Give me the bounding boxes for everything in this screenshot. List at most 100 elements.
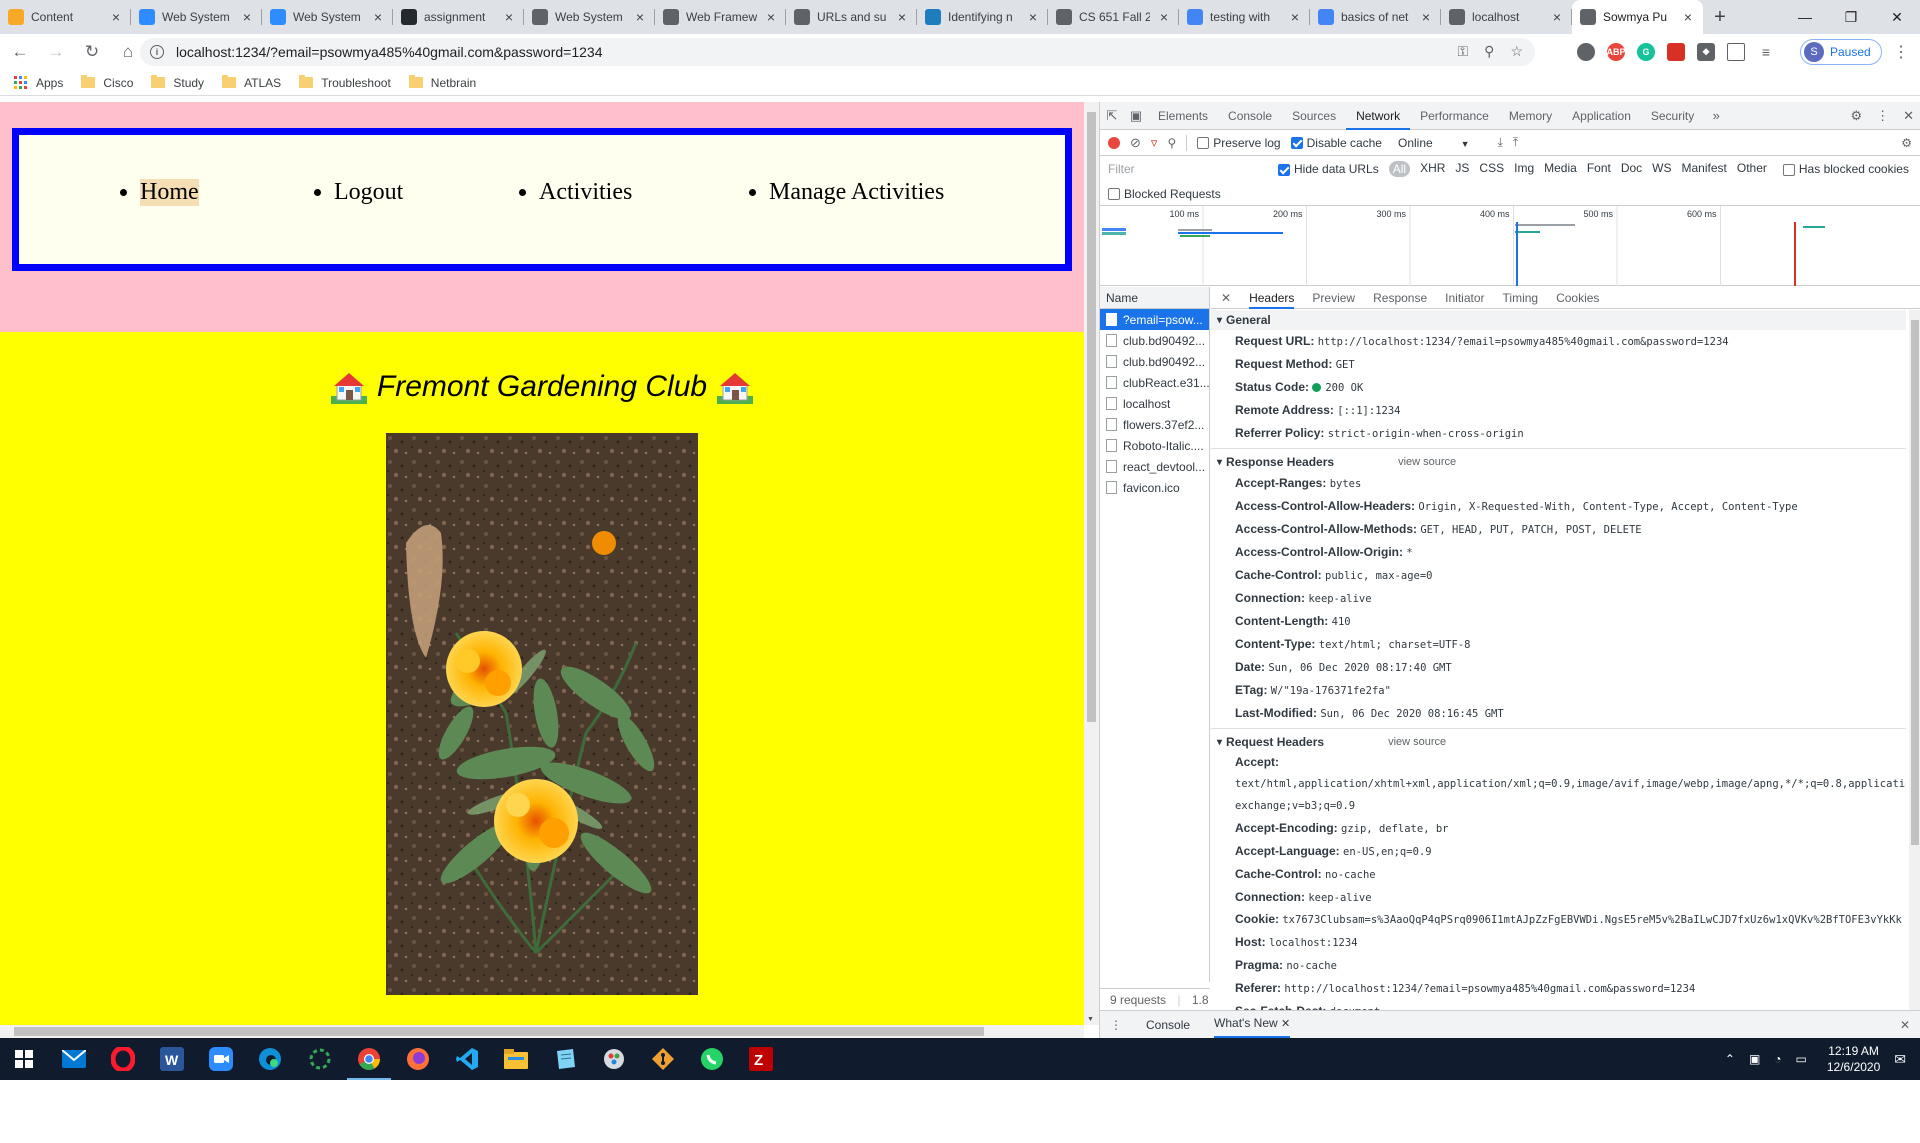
import-icon[interactable]: ⤓ [1498, 135, 1503, 150]
back-button[interactable]: ← [4, 38, 36, 66]
settings-gear-icon[interactable]: ⚙ [1850, 108, 1862, 124]
close-detail-icon[interactable]: ✕ [1221, 291, 1231, 305]
name-column-header[interactable]: Name [1100, 287, 1209, 309]
section-header[interactable]: ▾ Response Headers view source [1211, 452, 1906, 472]
nav-manage-activities[interactable]: Manage Activities [749, 179, 944, 206]
inspect-element-icon[interactable]: ⇱ [1100, 108, 1124, 124]
filter-input[interactable]: Filter [1108, 159, 1268, 179]
nav-logout-label[interactable]: Logout [334, 179, 403, 206]
meet-now-icon[interactable]: ▣ [1749, 1052, 1760, 1066]
search-icon[interactable]: ⚲ [1167, 136, 1176, 150]
key-icon[interactable]: ⚿ [1458, 43, 1469, 60]
bookmark-atlas[interactable]: ATLAS [222, 75, 281, 90]
browser-tab[interactable]: testing with × [1179, 0, 1310, 34]
reload-button[interactable]: ↻ [76, 38, 108, 66]
battery-icon[interactable]: ▭ [1796, 1052, 1807, 1066]
detail-tab-timing[interactable]: Timing [1503, 291, 1539, 305]
reading-list-icon[interactable]: ≡ [1757, 43, 1775, 61]
device-toolbar-icon[interactable]: ▣ [1124, 108, 1148, 124]
grammarly-icon[interactable]: G [1637, 43, 1655, 61]
devtools-tab-security[interactable]: Security [1641, 102, 1704, 130]
export-icon[interactable]: ⤒ [1513, 135, 1518, 150]
bookmark-star-icon[interactable]: ☆ [1510, 43, 1523, 60]
close-tab-icon[interactable]: × [895, 9, 909, 25]
browser-tab[interactable]: Web Framew × [655, 0, 786, 34]
show-hidden-icons-icon[interactable]: ⌃ [1725, 1052, 1735, 1066]
filter-type-all[interactable]: All [1388, 161, 1411, 177]
drawer-tab-whats-new[interactable]: What's New ✕ [1214, 1011, 1291, 1038]
zoom-app-icon[interactable] [207, 1045, 235, 1073]
file-explorer-icon[interactable] [502, 1045, 530, 1073]
blocked-requests-row[interactable]: Blocked Requests [1100, 182, 1920, 206]
bookmark-troubleshoot[interactable]: Troubleshoot [299, 75, 391, 90]
drawer-tab-console[interactable]: Console [1146, 1018, 1190, 1032]
browser-tab[interactable]: Web System × [524, 0, 655, 34]
browser-tab[interactable]: Web System × [131, 0, 262, 34]
close-tab-icon[interactable]: × [1288, 9, 1302, 25]
restore-icon[interactable]: ❐ [1828, 0, 1874, 34]
new-tab-button[interactable]: + [1703, 0, 1737, 34]
chrome-icon[interactable] [347, 1045, 391, 1080]
filter-type-img[interactable]: Img [1514, 161, 1534, 177]
detail-tab-preview[interactable]: Preview [1312, 291, 1355, 305]
close-devtools-icon[interactable]: ✕ [1903, 108, 1914, 124]
scroll-down-arrow-icon[interactable]: ▼ [1087, 1016, 1094, 1023]
request-row[interactable]: flowers.37ef2... [1100, 414, 1209, 435]
devtools-tab-sources[interactable]: Sources [1282, 102, 1346, 130]
more-tabs-icon[interactable]: » [1704, 108, 1728, 123]
nav-activities-label[interactable]: Activities [539, 179, 632, 206]
url-text[interactable]: localhost:1234/?email=psowmya485%40gmail… [176, 44, 602, 60]
devtools-menu-icon[interactable]: ⋮ [1876, 108, 1889, 124]
forward-button[interactable]: → [40, 38, 72, 66]
opera-icon[interactable] [109, 1045, 137, 1073]
section-header[interactable]: ▾ General [1211, 310, 1906, 330]
extension-red-icon[interactable] [1667, 43, 1685, 61]
page-vertical-scrollbar[interactable]: ▼ [1084, 102, 1099, 1025]
clock[interactable]: 12:19 AM 12/6/2020 [1827, 1043, 1880, 1075]
git-icon[interactable] [649, 1045, 677, 1073]
filter-type-font[interactable]: Font [1587, 161, 1611, 177]
browser-tab[interactable]: localhost × [1441, 0, 1572, 34]
browser-tab[interactable]: Web System × [262, 0, 393, 34]
browser-tab[interactable]: URLs and su × [786, 0, 917, 34]
firefox-icon[interactable] [404, 1045, 432, 1073]
filter-type-ws[interactable]: WS [1652, 161, 1671, 177]
detail-scrollbar[interactable] [1909, 310, 1920, 1010]
expand-triangle-icon[interactable]: ▾ [1217, 315, 1222, 326]
devtools-tab-elements[interactable]: Elements [1148, 102, 1218, 130]
detail-tab-response[interactable]: Response [1373, 291, 1427, 305]
bookmark-apps[interactable]: Apps [14, 75, 63, 90]
has-blocked-cookies-checkbox[interactable]: Has blocked cookies [1782, 162, 1909, 176]
filter-type-js[interactable]: JS [1455, 161, 1469, 177]
filter-type-css[interactable]: CSS [1479, 161, 1504, 177]
close-tab-icon[interactable]: × [371, 9, 385, 25]
word-icon[interactable]: W [158, 1045, 186, 1073]
cast-icon[interactable] [1727, 43, 1745, 61]
devtools-tab-network[interactable]: Network [1346, 102, 1411, 130]
bookmark-cisco[interactable]: Cisco [81, 75, 133, 90]
filezilla-icon[interactable]: Z [747, 1045, 775, 1073]
close-tab-icon[interactable]: × [109, 9, 123, 25]
profile-button[interactable]: S Paused [1800, 39, 1882, 65]
filter-type-manifest[interactable]: Manifest [1682, 161, 1727, 177]
devtools-tab-console[interactable]: Console [1218, 102, 1282, 130]
close-window-icon[interactable]: ✕ [1874, 0, 1920, 34]
record-icon[interactable] [1108, 136, 1120, 149]
address-bar[interactable]: i localhost:1234/?email=psowmya485%40gma… [140, 38, 1535, 66]
request-row[interactable]: club.bd90492... [1100, 351, 1209, 372]
request-row[interactable]: favicon.ico [1100, 477, 1209, 498]
expand-triangle-icon[interactable]: ▾ [1217, 457, 1222, 468]
close-tab-icon[interactable]: × [240, 9, 254, 25]
browser-tab[interactable]: Identifying n × [917, 0, 1048, 34]
view-source-link[interactable]: view source [1388, 736, 1446, 748]
mail-icon[interactable] [60, 1045, 88, 1073]
section-header[interactable]: ▾ Request Headers view source [1211, 732, 1906, 752]
whatsapp-icon[interactable] [698, 1045, 726, 1073]
page-horizontal-scrollbar[interactable] [0, 1025, 1084, 1038]
close-tab-icon[interactable]: × [764, 9, 778, 25]
detail-tab-cookies[interactable]: Cookies [1556, 291, 1599, 305]
close-tab-icon[interactable]: × [1681, 9, 1695, 25]
filter-type-doc[interactable]: Doc [1621, 161, 1642, 177]
filter-funnel-icon[interactable]: ▿ [1151, 135, 1158, 151]
bookmark-netbrain[interactable]: Netbrain [408, 75, 476, 90]
